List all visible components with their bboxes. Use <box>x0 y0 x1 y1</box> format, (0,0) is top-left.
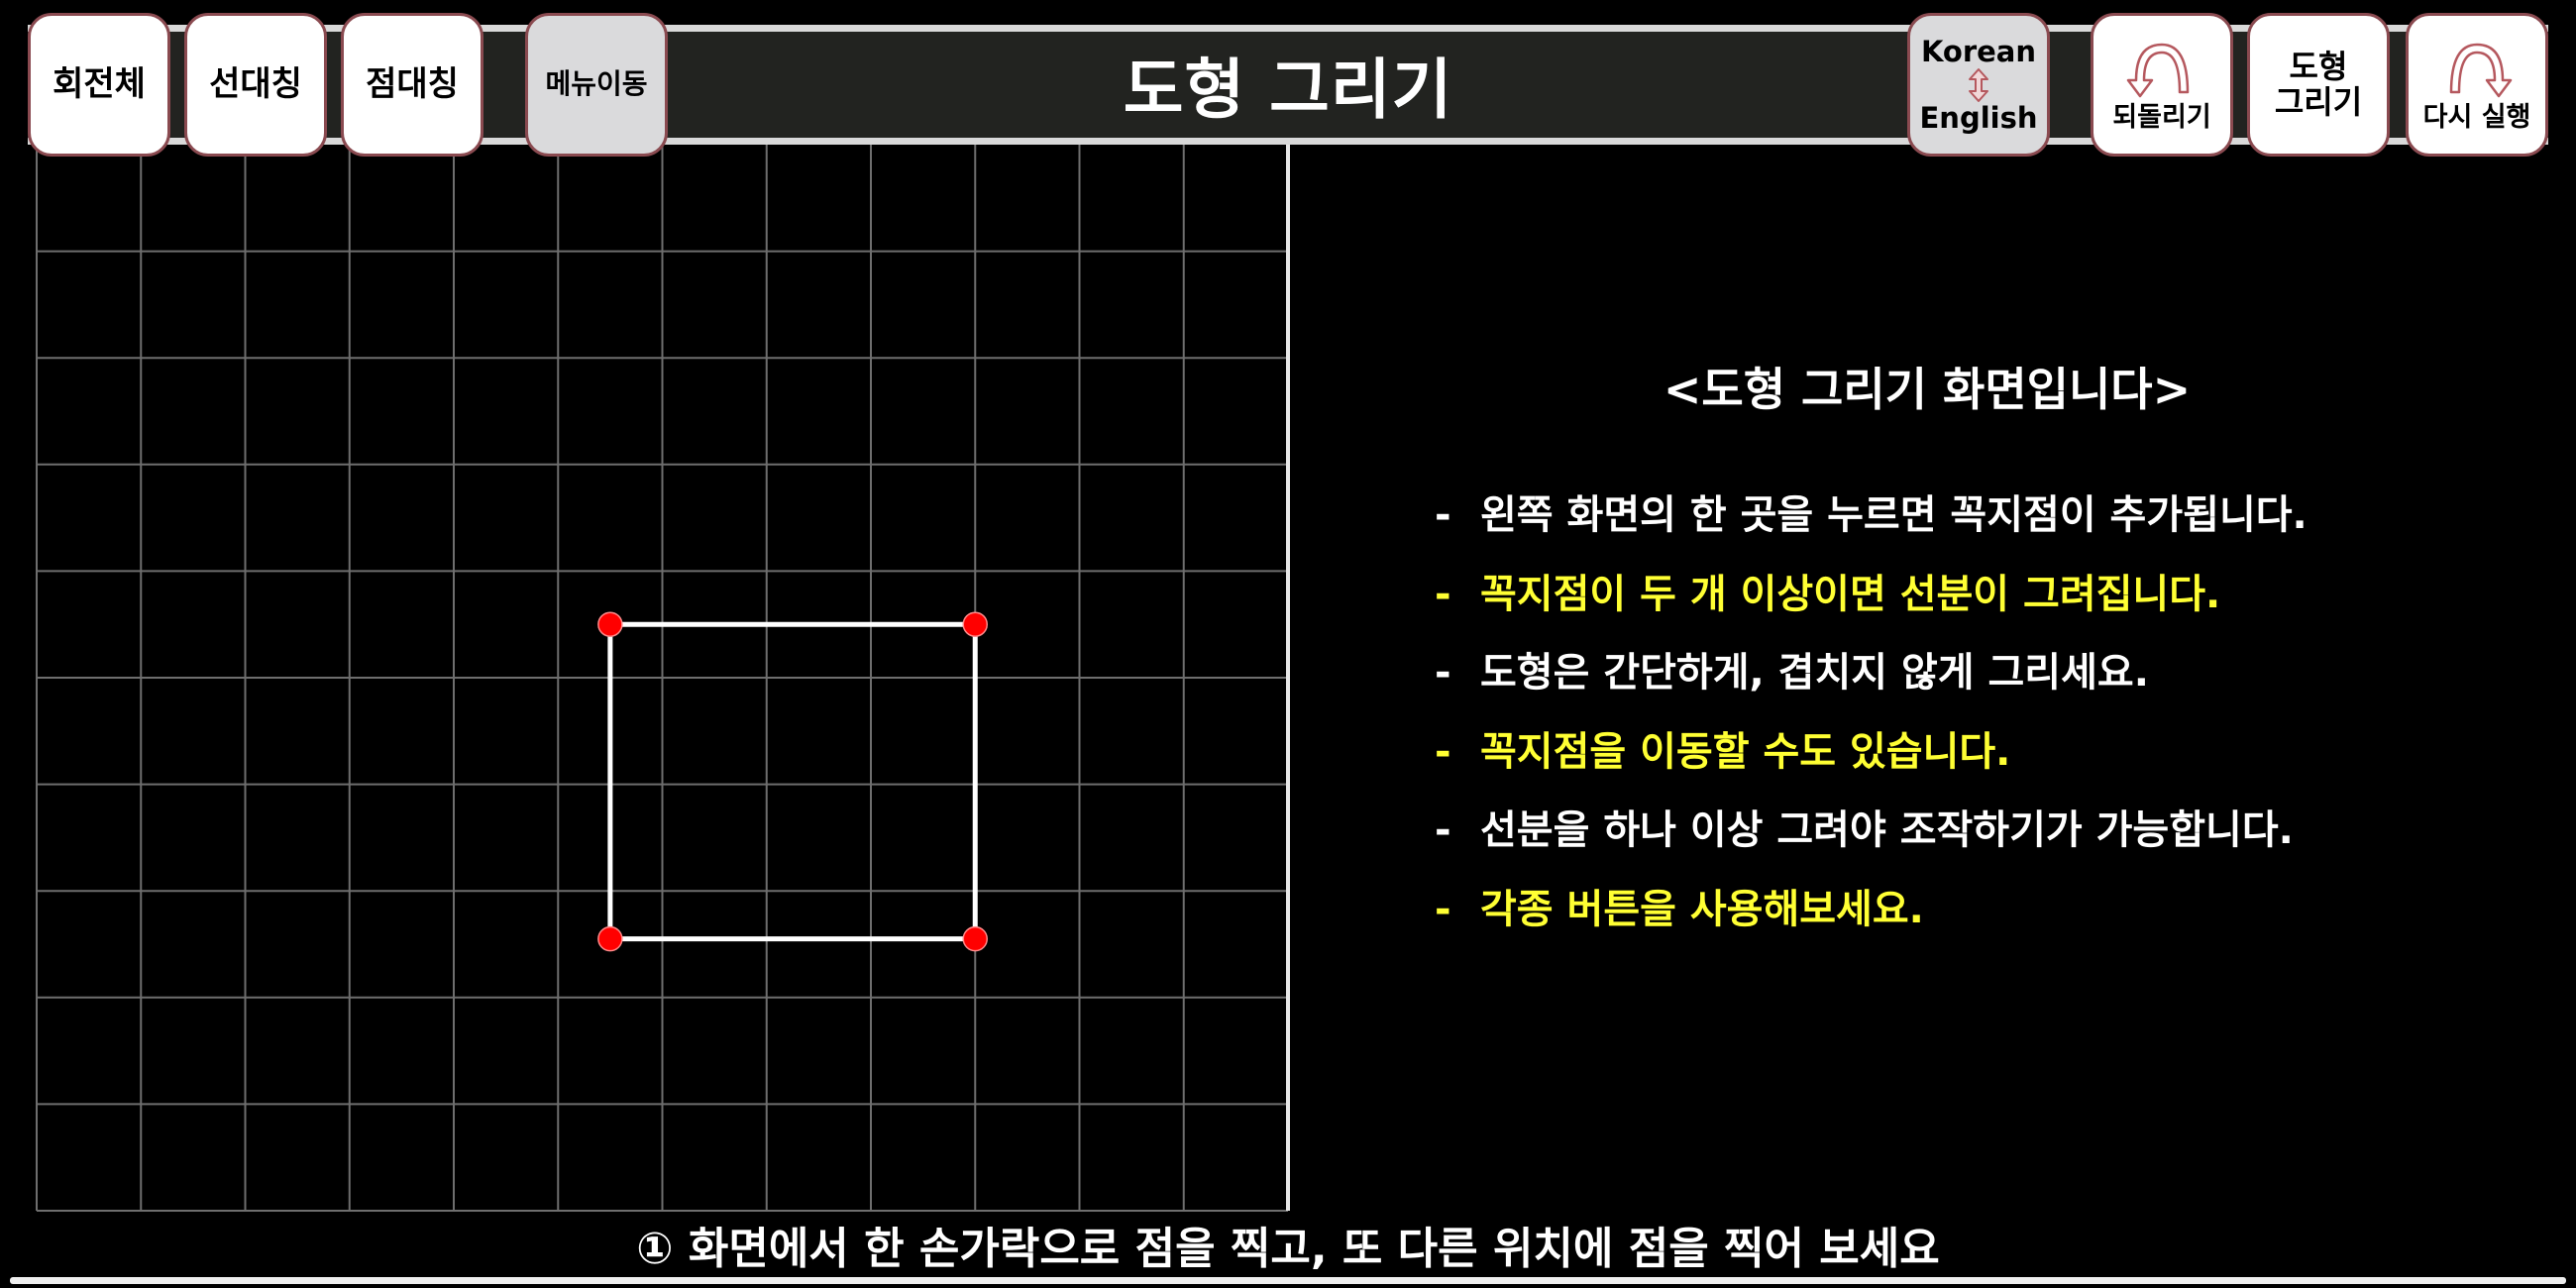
instruction-item: - 꼭지점이 두 개 이상이면 선분이 그려집니다. <box>1435 565 2308 644</box>
bullet-dash: - <box>1435 650 1451 696</box>
undo-button[interactable]: 되돌리기 <box>2091 13 2233 157</box>
button-label: 회전체 <box>53 63 146 104</box>
instruction-list: - 왼쪽 화면의 한 곳을 누르면 꼭지점이 추가됩니다. - 꼭지점이 두 개 이… <box>1435 485 2308 958</box>
bottom-rule <box>10 1277 2566 1284</box>
button-label: 되돌리기 <box>2112 101 2211 133</box>
vertices <box>597 611 988 952</box>
button-label-line2: 그리기 <box>2274 82 2363 121</box>
rotation-body-button[interactable]: 회전체 <box>28 13 170 157</box>
language-korean-label: Korean <box>1920 35 2037 69</box>
vertex-point[interactable] <box>962 611 988 637</box>
redo-arc-arrow-icon <box>2449 43 2513 98</box>
draw-shape-button[interactable]: 도형 그리기 <box>2247 13 2390 157</box>
instruction-text: 각종 버튼을 사용해보세요. <box>1480 886 1924 932</box>
step-hint: ① 화면에서 한 손가락으로 점을 찍고, 또 다른 위치에 점을 찍어 보세요 <box>636 1224 1940 1274</box>
bullet-dash: - <box>1435 571 1451 617</box>
instruction-text: 꼭지점을 이동할 수도 있습니다. <box>1480 728 2011 775</box>
button-label: 메뉴이동 <box>545 67 648 101</box>
redo-button[interactable]: 다시 실행 <box>2406 13 2548 157</box>
instruction-item: - 도형은 간단하게, 겹치지 않게 그리세요. <box>1435 643 2308 722</box>
button-label: 다시 실행 <box>2422 101 2531 133</box>
instruction-item: - 선분을 하나 이상 그려야 조작하기가 가능합니다. <box>1435 801 2308 880</box>
instruction-text: 선분을 하나 이상 그려야 조작하기가 가능합니다. <box>1480 807 2294 853</box>
instruction-item: - 왼쪽 화면의 한 곳을 누르면 꼭지점이 추가됩니다. <box>1435 485 2308 565</box>
button-label-line1: 도형 <box>2289 48 2348 86</box>
up-down-arrow-icon <box>1969 67 1988 102</box>
bullet-dash: - <box>1435 807 1451 853</box>
bullet-dash: - <box>1435 492 1451 538</box>
button-label: 선대칭 <box>209 63 302 104</box>
language-english-label: English <box>1919 100 2038 135</box>
button-label: 점대칭 <box>366 63 459 104</box>
vertex-point[interactable] <box>597 611 623 637</box>
point-symmetry-button[interactable]: 점대칭 <box>341 13 483 157</box>
panel-title: <도형 그리기 화면입니다> <box>1663 363 2192 416</box>
grid <box>36 145 1289 1212</box>
instruction-item: - 각종 버튼을 사용해보세요. <box>1435 880 2308 959</box>
bullet-dash: - <box>1435 886 1451 932</box>
line-symmetry-button[interactable]: 선대칭 <box>184 13 327 157</box>
panel-divider <box>1286 145 1290 1211</box>
vertex-point[interactable] <box>597 925 623 952</box>
language-toggle-button[interactable]: Korean English <box>1907 13 2050 157</box>
vertex-point[interactable] <box>962 925 988 952</box>
page-title: 도형 그리기 <box>1123 52 1453 128</box>
bullet-dash: - <box>1435 728 1451 775</box>
undo-arc-arrow-icon <box>2126 43 2190 98</box>
menu-navigate-button[interactable]: 메뉴이동 <box>525 13 668 157</box>
instruction-text: 꼭지점이 두 개 이상이면 선분이 그려집니다. <box>1480 571 2221 617</box>
instruction-text: 도형은 간단하게, 겹치지 않게 그리세요. <box>1480 650 2149 696</box>
instruction-item: - 꼭지점을 이동할 수도 있습니다. <box>1435 722 2308 802</box>
instruction-text: 왼쪽 화면의 한 곳을 누르면 꼭지점이 추가됩니다. <box>1480 492 2308 538</box>
